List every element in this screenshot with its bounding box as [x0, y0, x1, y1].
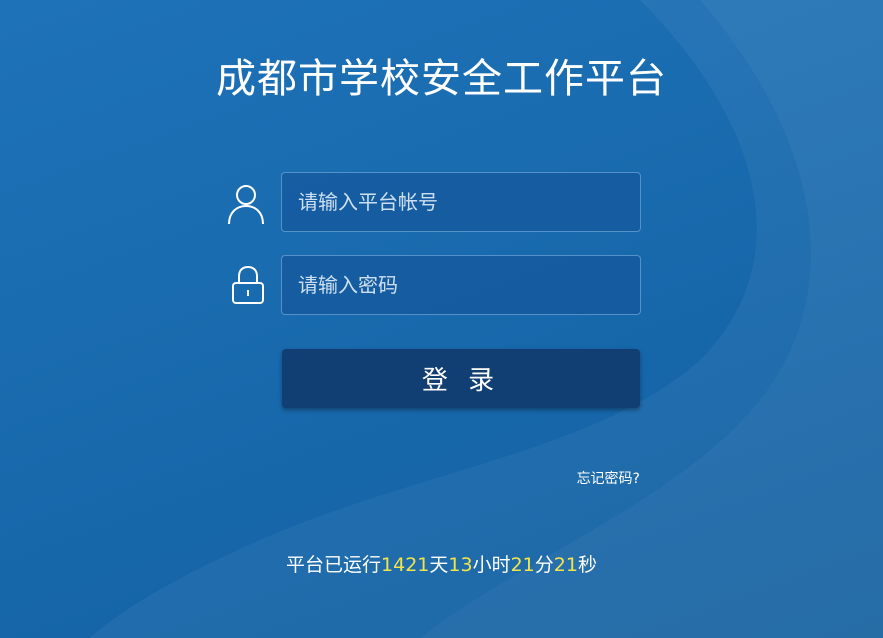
page-title: 成都市学校安全工作平台	[216, 56, 667, 102]
uptime-minutes: 21	[510, 554, 535, 576]
uptime-hours: 13	[448, 554, 473, 576]
account-input[interactable]	[281, 172, 641, 232]
uptime-prefix: 平台已运行	[286, 554, 382, 576]
lock-icon	[232, 265, 264, 304]
uptime-seconds: 21	[553, 554, 578, 576]
uptime-counter: 平台已运行1421天13小时21分21秒	[0, 551, 883, 579]
uptime-days: 1421	[381, 554, 430, 576]
uptime-seconds-unit: 秒	[577, 554, 597, 576]
forgot-password-link[interactable]: 忘记密码?	[560, 468, 640, 488]
login-button[interactable]: 登 录	[282, 349, 640, 408]
uptime-minutes-unit: 分	[534, 554, 554, 576]
uptime-days-unit: 天	[429, 554, 449, 576]
password-input[interactable]	[281, 255, 641, 315]
uptime-hours-unit: 小时	[472, 554, 511, 576]
user-icon	[228, 185, 264, 225]
